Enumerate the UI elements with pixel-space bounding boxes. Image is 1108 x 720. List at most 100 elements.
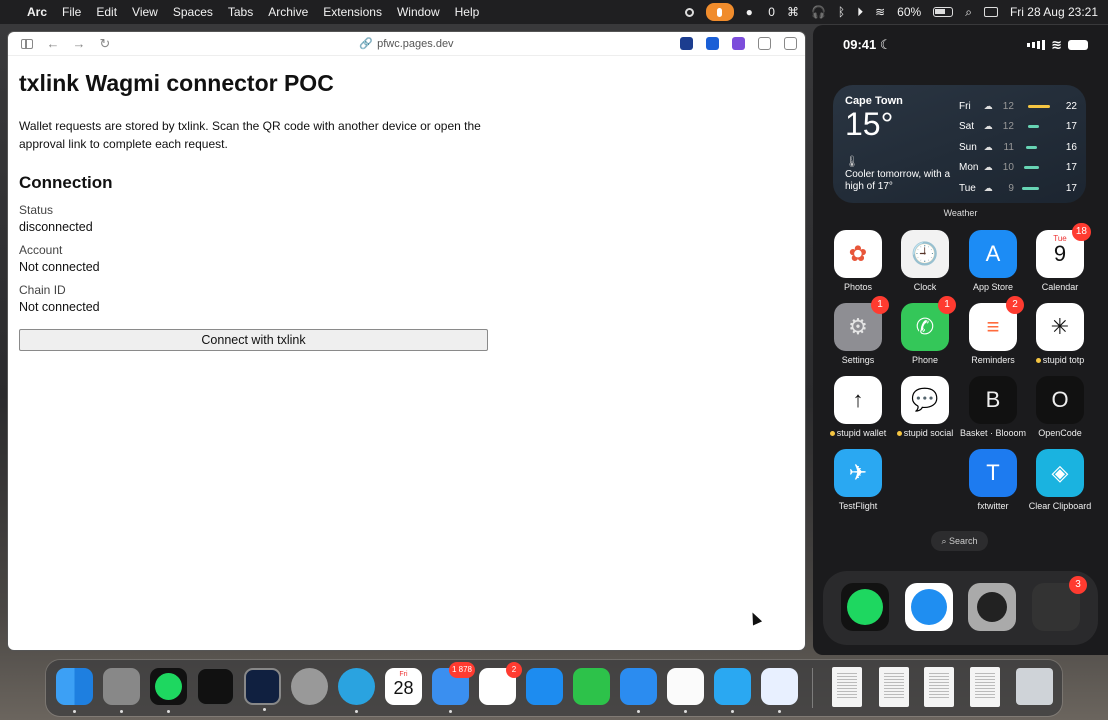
app-settings[interactable]: ⚙ 1 Settings [823, 296, 893, 365]
app-fxtwitter[interactable]: Tfxtwitter [958, 449, 1028, 511]
page-content: txlink Wagmi connector POC Wallet reques… [8, 56, 805, 365]
bitwarden-icon[interactable] [706, 37, 719, 50]
fxtwitter-dock-icon[interactable] [526, 668, 563, 705]
menu-help[interactable]: Help [455, 5, 480, 19]
app-reminders[interactable]: ≡ 2 Reminders [958, 296, 1028, 365]
document-icon[interactable] [924, 667, 954, 707]
reader-icon[interactable] [758, 37, 771, 50]
screens-icon[interactable] [620, 668, 657, 713]
headphones-icon[interactable]: 🎧 [811, 5, 826, 19]
trash-icon[interactable] [1016, 668, 1053, 705]
folder-icon[interactable]: 3 [1032, 576, 1087, 631]
app-opencode[interactable]: O OpenCode [1025, 376, 1095, 438]
app-label: Clock [913, 282, 937, 292]
search-icon[interactable]: ⌕ [965, 5, 972, 20]
telegram-icon[interactable] [338, 668, 375, 713]
menu-window[interactable]: Window [397, 5, 440, 19]
app-menu[interactable]: Arc [27, 5, 47, 19]
messages-icon[interactable] [573, 668, 610, 705]
menu-view[interactable]: View [132, 5, 158, 19]
microphone-icon[interactable] [705, 3, 734, 21]
ethereum-document-icon[interactable] [970, 667, 1000, 707]
weather-widget[interactable]: Cape Town 15° 🌡 Cooler tomorrow, with a … [833, 85, 1086, 203]
menu-edit[interactable]: Edit [96, 5, 117, 19]
app-clear-clipboard[interactable]: ◈ Clear Clipboard [1025, 449, 1095, 511]
menu-tabs[interactable]: Tabs [228, 5, 253, 19]
thermometer-icon: 🌡 [845, 156, 859, 168]
menu-archive[interactable]: Archive [268, 5, 308, 19]
battery-icon[interactable] [933, 7, 954, 17]
system-settings-icon[interactable] [291, 668, 328, 705]
app-label: OpenCode [1038, 428, 1082, 438]
forecast-row: Fri ☁ 12 22 [959, 96, 1077, 117]
spotify-dock-icon[interactable] [150, 668, 187, 713]
app-app-store[interactable]: A App Store [958, 230, 1028, 292]
quicktime-icon[interactable] [761, 668, 798, 713]
menu-file[interactable]: File [62, 5, 81, 19]
mail-badge: 1 878 [448, 662, 475, 678]
phone-time: 09:41 ☾ [843, 37, 892, 53]
app-badge: 1 [938, 296, 956, 314]
battery-percent[interactable]: 60% [897, 5, 921, 19]
spotlight-search-pill[interactable]: ⌕ Search [931, 531, 988, 551]
app-store-icon: A [969, 230, 1017, 278]
app-clock[interactable]: 🕘 Clock [890, 230, 960, 292]
app-label: Clear Clipboard [1028, 501, 1092, 511]
status-counter[interactable]: ● 0 [746, 5, 775, 19]
clock-icon: 🕘 [901, 230, 949, 278]
control-center-icon[interactable] [983, 7, 998, 17]
split-view-icon[interactable] [784, 37, 797, 50]
document-icon[interactable] [832, 667, 862, 707]
temperature-range-bar [1020, 186, 1054, 190]
url-text: pfwc.pages.dev [377, 38, 454, 50]
display-app-icon[interactable] [244, 668, 281, 711]
app-stupid-social[interactable]: 💬 stupid social [890, 376, 960, 438]
temperature-range-bar [1020, 104, 1054, 108]
menu-extensions[interactable]: Extensions [323, 5, 382, 19]
wifi-icon[interactable]: ≋ [875, 5, 885, 19]
phone-signal-icons: ≋ [1025, 37, 1088, 53]
app-label: stupid totp [1042, 355, 1085, 365]
notes-icon[interactable] [667, 668, 704, 713]
gamepad-icon[interactable]: ⌘ [787, 5, 799, 19]
app-stupid-wallet[interactable]: ↑ stupid wallet [823, 376, 893, 438]
browser-window: ← → ↻ 🔗 pfwc.pages.dev txlink Wagmi conne… [8, 32, 805, 650]
extension-b-icon[interactable] [732, 37, 745, 50]
testflight-dock-icon[interactable] [714, 668, 751, 713]
document-icon[interactable] [879, 667, 909, 707]
clock-datetime[interactable]: Fri 28 Aug 23:21 [1010, 5, 1098, 19]
app-glyph: ◈ [1051, 460, 1069, 485]
forecast-high: 17 [1065, 182, 1077, 194]
app-basket-blooom[interactable]: B Basket · Blooom [958, 376, 1028, 438]
spotify-icon[interactable] [841, 583, 889, 631]
app-photos[interactable]: ✿ Photos [823, 230, 893, 292]
calendar-dock-icon[interactable]: Fri 28 [385, 668, 422, 705]
app-glyph: T [986, 460, 1000, 485]
fxtwitter-icon: T [969, 449, 1017, 497]
activity-monitor-icon[interactable] [197, 668, 234, 705]
app-badge: 2 [1006, 296, 1024, 314]
app-testflight[interactable]: ✈ TestFlight [823, 449, 893, 511]
play-icon[interactable]: ⏵ [857, 5, 863, 20]
forecast-row: Tue ☁ 9 17 [959, 178, 1077, 199]
app-phone[interactable]: ✆ 1 Phone [890, 296, 960, 365]
menu-spaces[interactable]: Spaces [173, 5, 213, 19]
forecast-list: Fri ☁ 12 22 Sat ☁ 12 17 Sun ☁ 11 16 Mon ☁ 10 17 Tue ☁ 9 17 [959, 96, 1077, 199]
weather-condition-icon: ☁ [983, 182, 993, 193]
app-calendar[interactable]: Tue 9 18 Calendar [1025, 223, 1095, 292]
temperature-range-bar [1020, 166, 1054, 170]
mail-icon[interactable]: 1 878 [432, 662, 475, 713]
iphone-mirroring-window: 09:41 ☾ ≋ Cape Town 15° 🌡 Cooler tomorro… [813, 25, 1108, 655]
record-icon[interactable] [684, 7, 694, 17]
stupid-totp-icon: ✳ [1036, 303, 1084, 351]
reminders-dock-icon[interactable]: 2 [479, 662, 522, 705]
arc-icon[interactable] [103, 668, 140, 713]
forecast-low: 9 [1008, 182, 1014, 194]
connect-button[interactable]: Connect with txlink [19, 329, 488, 351]
safari-icon[interactable] [905, 583, 953, 631]
bluetooth-icon[interactable]: ᛒ [838, 5, 845, 19]
extension-icon[interactable] [680, 37, 693, 50]
finder-icon[interactable] [56, 668, 93, 713]
app-stupid-totp[interactable]: ✳ stupid totp [1025, 303, 1095, 365]
camera-icon[interactable] [968, 583, 1016, 631]
